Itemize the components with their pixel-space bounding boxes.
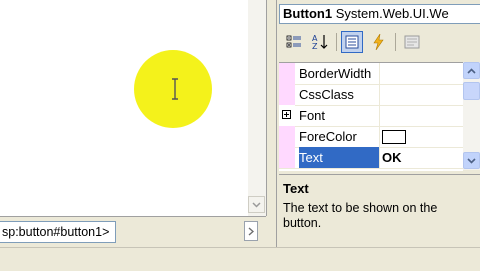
tag-scroll-right-button[interactable]: [244, 221, 258, 241]
categorized-icon: [286, 35, 301, 48]
chevron-up-icon: [467, 67, 476, 74]
scroll-up-button[interactable]: [463, 62, 480, 79]
status-bar: [0, 247, 480, 271]
object-name: Button1: [283, 6, 333, 21]
description-text: The text to be shown on the button.: [283, 201, 438, 230]
scroll-thumb[interactable]: [463, 82, 480, 100]
property-pages-button[interactable]: [401, 31, 423, 53]
property-row-forecolor[interactable]: ForeColor: [279, 126, 463, 148]
property-value[interactable]: [379, 126, 463, 147]
editor-vertical-scrollbar[interactable]: [248, 0, 266, 216]
property-name: Font: [299, 108, 326, 123]
row-gutter: [279, 84, 295, 105]
toolbar-separator: [336, 33, 337, 51]
color-swatch: [382, 130, 406, 144]
row-gutter: [279, 105, 295, 126]
ibeam-cursor-icon: [172, 78, 178, 100]
alphabetical-icon: A Z: [312, 34, 328, 51]
property-value[interactable]: [379, 105, 463, 126]
row-gutter: [279, 126, 295, 147]
property-grid-scrollbar[interactable]: [463, 62, 480, 170]
property-name: Text: [299, 147, 379, 168]
property-description-pane: Text The text to be shown on the button.: [279, 174, 480, 245]
property-name: BorderWidth: [299, 66, 372, 81]
svg-text:Z: Z: [312, 42, 318, 51]
property-value[interactable]: [379, 63, 463, 84]
chevron-right-icon: [248, 226, 254, 236]
chevron-down-icon: [467, 157, 476, 164]
scroll-down-button[interactable]: [463, 152, 480, 169]
properties-window: Button1 System.Web.UI.We A Z BorderWidth…: [276, 0, 480, 247]
properties-icon: [345, 35, 359, 49]
properties-button[interactable]: [341, 31, 363, 53]
expand-plus-icon[interactable]: [282, 110, 291, 119]
property-name: ForeColor: [299, 129, 357, 144]
property-value[interactable]: [379, 84, 463, 105]
property-row-cssclass[interactable]: CssClass: [279, 84, 463, 106]
tag-breadcrumb[interactable]: sp:button#button1>: [0, 221, 117, 243]
property-value[interactable]: OK: [379, 147, 463, 168]
object-type: System.Web.UI.We: [335, 6, 449, 21]
events-icon: [373, 34, 384, 50]
row-gutter: [279, 63, 295, 84]
categorized-button[interactable]: [283, 31, 305, 53]
tag-navigator-bar: sp:button#button1>: [0, 216, 266, 247]
editor-scroll-down-button[interactable]: [248, 196, 265, 213]
property-row-font[interactable]: Font: [279, 105, 463, 127]
property-pages-icon: [404, 35, 420, 49]
events-button[interactable]: [367, 31, 389, 53]
object-selector[interactable]: Button1 System.Web.UI.We: [279, 4, 480, 24]
properties-toolbar: A Z: [279, 30, 480, 56]
toolbar-separator: [395, 33, 396, 51]
alphabetical-button[interactable]: A Z: [309, 31, 331, 53]
description-title: Text: [283, 181, 309, 196]
row-gutter: [279, 147, 295, 168]
design-surface[interactable]: [0, 0, 267, 216]
property-name: CssClass: [299, 87, 354, 102]
property-row-borderwidth[interactable]: BorderWidth: [279, 63, 463, 85]
chevron-down-icon: [252, 201, 261, 208]
property-grid: BorderWidth CssClass Font ForeColor Text…: [279, 62, 463, 171]
property-row-text[interactable]: Text OK: [279, 147, 463, 169]
